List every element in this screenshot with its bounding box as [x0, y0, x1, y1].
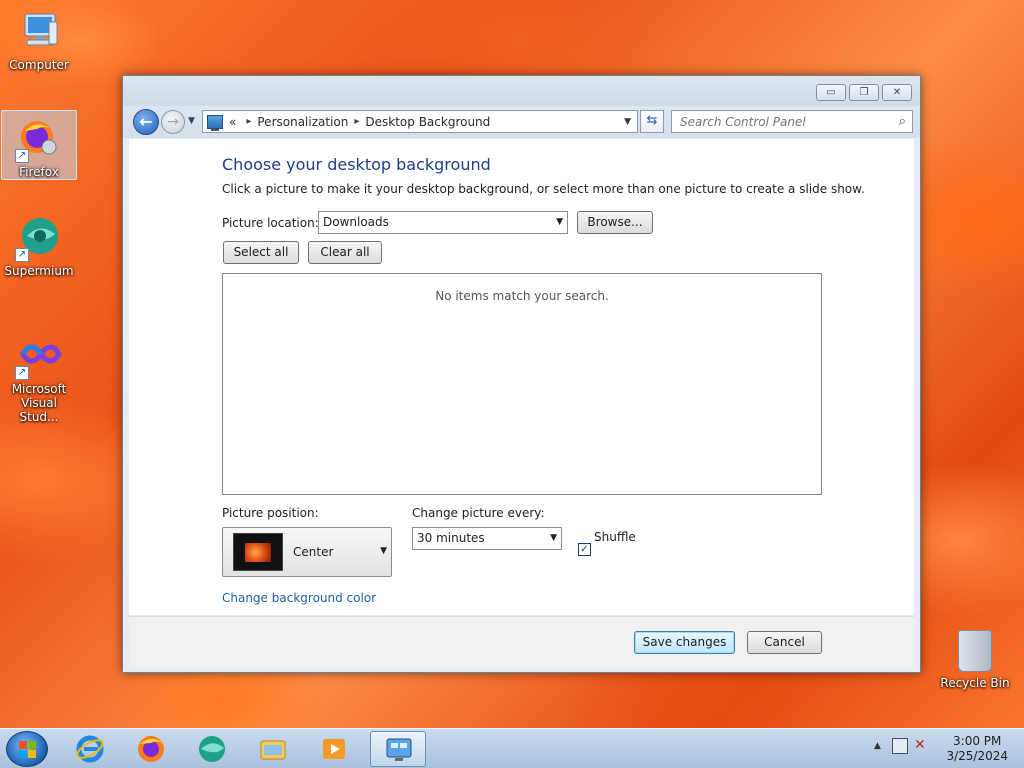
volume-muted-icon[interactable]: ✕ [914, 737, 926, 753]
clear-all-button[interactable]: Clear all [308, 241, 382, 264]
desktop-icon-label: Firefox [19, 165, 59, 179]
show-hidden-icons-icon[interactable]: ▲ [874, 741, 881, 751]
clock[interactable]: 3:00 PM 3/25/2024 [946, 734, 1008, 764]
content-pane: Choose your desktop background Click a p… [129, 139, 914, 615]
page-description: Click a picture to make it your desktop … [222, 182, 865, 196]
computer-icon [15, 8, 63, 56]
chevron-down-icon: ▼ [380, 546, 387, 556]
taskbar-firefox[interactable] [123, 731, 179, 767]
change-background-color-link[interactable]: Change background color [222, 591, 376, 605]
taskbar-internet-explorer[interactable] [62, 731, 118, 767]
desktop-icon-label: Recycle Bin [940, 676, 1010, 690]
desktop-background-window: ▭ ❐ ✕ ← → ▼ « ▸ Personalization ▸ Deskto… [122, 75, 921, 673]
navigation-bar: ← → ▼ « ▸ Personalization ▸ Desktop Back… [123, 106, 920, 138]
cancel-button[interactable]: Cancel [747, 631, 822, 654]
refresh-button[interactable]: ⇆ [640, 110, 664, 133]
breadcrumb-separator-icon[interactable]: ▸ [354, 116, 359, 127]
desktop-icon-computer[interactable]: Computer [1, 8, 77, 72]
supermium-icon [199, 736, 225, 762]
breadcrumb-personalization[interactable]: Personalization [257, 115, 348, 129]
save-changes-button[interactable]: Save changes [634, 631, 735, 654]
desktop-icon-label: Supermium [4, 264, 74, 278]
chevron-down-icon: ▼ [550, 533, 557, 543]
system-tray: ▲ ✕ 3:00 PM 3/25/2024 [864, 729, 1024, 768]
shortcut-arrow-icon: ↗ [15, 366, 29, 380]
visual-studio-icon: ↗ [15, 332, 63, 380]
control-panel-icon [386, 738, 412, 761]
shuffle-checkbox[interactable]: ✓ [578, 543, 591, 556]
breadcrumb-separator-icon[interactable]: ▸ [246, 116, 251, 127]
network-icon[interactable] [892, 738, 908, 754]
maximize-button[interactable]: ❐ [849, 84, 879, 101]
pictures-list[interactable]: No items match your search. [222, 273, 822, 495]
address-bar[interactable]: « ▸ Personalization ▸ Desktop Background… [202, 110, 638, 133]
taskbar-control-panel[interactable] [370, 731, 426, 767]
change-picture-interval-value: 30 minutes [417, 531, 485, 545]
empty-message: No items match your search. [435, 289, 609, 303]
desktop-icon-visual-studio[interactable]: ↗ Microsoft Visual Stud... [1, 332, 77, 424]
start-button[interactable] [6, 731, 48, 767]
taskbar: ▲ ✕ 3:00 PM 3/25/2024 [0, 728, 1024, 768]
folder-icon [260, 740, 286, 760]
shortcut-arrow-icon: ↗ [15, 149, 29, 163]
forward-button[interactable]: → [161, 110, 185, 134]
taskbar-media-player[interactable] [306, 731, 362, 767]
windows-logo-icon [19, 741, 37, 759]
shortcut-arrow-icon: ↗ [15, 248, 29, 262]
picture-location-label: Picture location: [222, 216, 319, 230]
address-overflow[interactable]: « [229, 115, 236, 129]
select-all-button[interactable]: Select all [223, 241, 299, 264]
desktop-icon-label: Computer [9, 58, 69, 72]
browse-button[interactable]: Browse... [577, 211, 653, 234]
recycle-bin-icon [958, 630, 992, 672]
change-picture-interval-select[interactable]: 30 minutes ▼ [412, 527, 562, 550]
shuffle-label[interactable]: Shuffle [594, 530, 636, 544]
recent-pages-dropdown[interactable]: ▼ [188, 116, 195, 126]
clock-time: 3:00 PM [953, 734, 1002, 748]
desktop-icon-supermium[interactable]: ↗ Supermium [1, 214, 77, 278]
address-dropdown-icon[interactable]: ▼ [624, 117, 631, 127]
picture-location-value: Downloads [323, 215, 389, 229]
back-button[interactable]: ← [133, 109, 159, 135]
breadcrumb-desktop-background[interactable]: Desktop Background [365, 115, 490, 129]
media-player-icon [323, 739, 345, 759]
page-title: Choose your desktop background [222, 155, 491, 174]
chevron-down-icon: ▼ [556, 217, 563, 227]
desktop-icon-firefox[interactable]: ↗ Firefox [1, 110, 77, 180]
search-icon[interactable]: ⌕ [899, 114, 906, 129]
picture-position-select[interactable]: Center ▼ [222, 527, 392, 577]
picture-position-label: Picture position: [222, 506, 319, 520]
supermium-icon: ↗ [15, 214, 63, 262]
minimize-button[interactable]: ▭ [816, 84, 846, 101]
search-box[interactable]: ⌕ [671, 110, 913, 133]
close-button[interactable]: ✕ [882, 84, 912, 101]
dialog-footer: Save changes Cancel [129, 616, 914, 668]
title-bar[interactable]: ▭ ❐ ✕ [123, 76, 920, 106]
desktop-icon-recycle-bin[interactable]: Recycle Bin [937, 630, 1013, 690]
search-input[interactable] [672, 111, 882, 132]
firefox-icon: ↗ [15, 115, 63, 163]
internet-explorer-icon [76, 735, 104, 763]
picture-position-value: Center [293, 545, 334, 559]
desktop-icon-label: Microsoft Visual Stud... [11, 382, 67, 424]
firefox-icon [138, 736, 164, 762]
picture-location-select[interactable]: Downloads ▼ [318, 211, 568, 234]
clock-date: 3/25/2024 [946, 749, 1008, 763]
taskbar-supermium[interactable] [184, 731, 240, 767]
position-preview-thumbnail [233, 533, 283, 571]
taskbar-file-explorer[interactable] [245, 731, 301, 767]
control-panel-icon [207, 114, 223, 131]
change-picture-label: Change picture every: [412, 506, 545, 520]
